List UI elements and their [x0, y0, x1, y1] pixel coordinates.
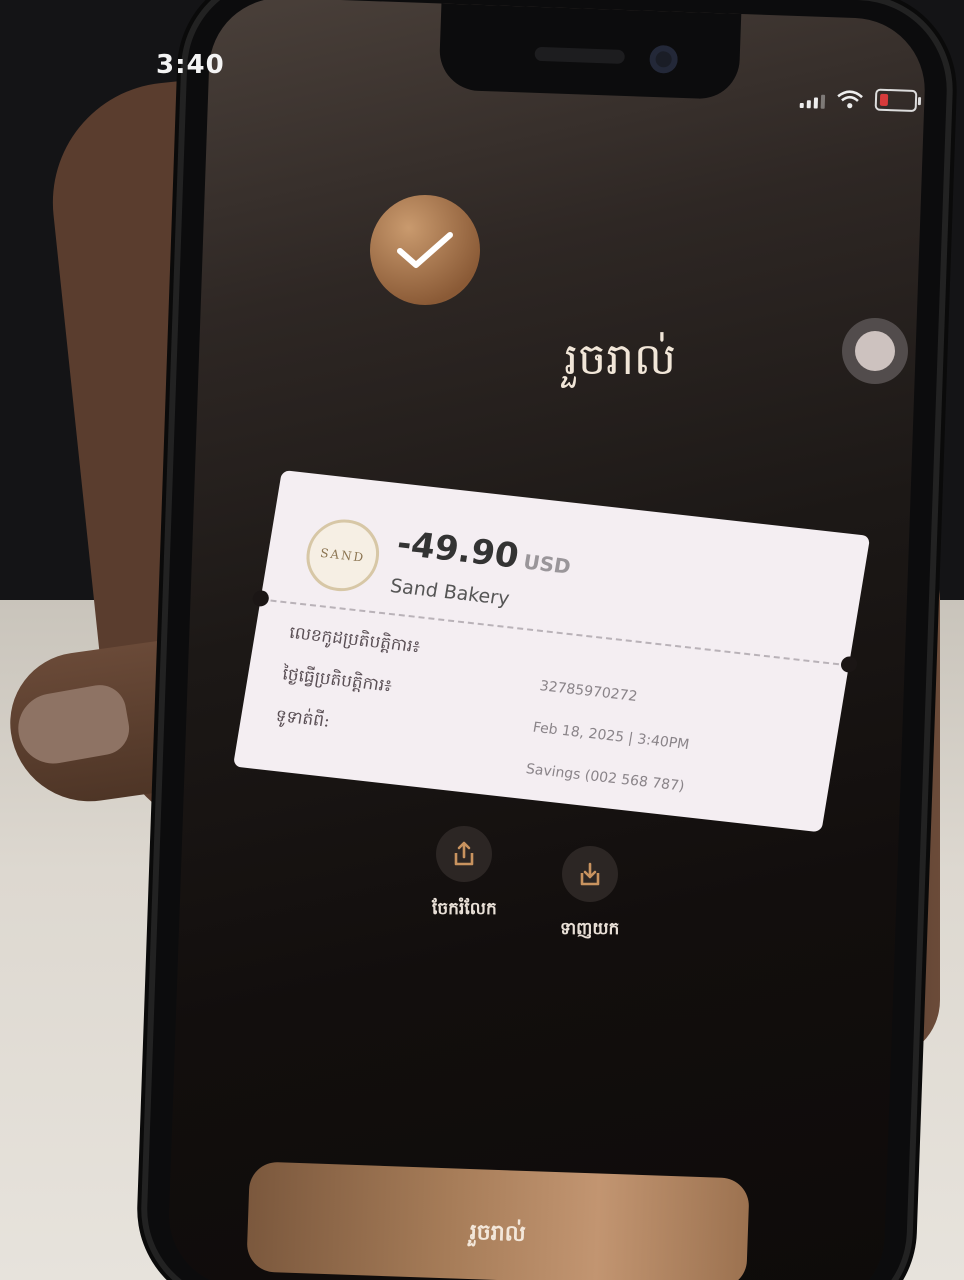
share-button[interactable]	[436, 826, 493, 882]
speaker	[534, 46, 625, 64]
download-label: ទាញយក	[560, 919, 620, 939]
signal-icon	[799, 94, 826, 109]
field-label-transaction-id: លេខកូដប្រតិបត្តិការ៖	[287, 622, 422, 658]
assistive-touch-button[interactable]	[842, 318, 908, 384]
download-button[interactable]	[561, 846, 618, 902]
field-label-paid-from: ទូទាត់ពី:	[274, 705, 332, 732]
share-icon	[455, 841, 474, 866]
share-label: ចែករំលែក	[432, 899, 497, 919]
merchant-logo-text: SAND	[319, 545, 367, 565]
field-value-paid-from: Savings (002 568 787)	[524, 761, 686, 795]
merchant-name: Sand Bakery	[388, 574, 512, 611]
field-value-transaction-id: 32785970272	[538, 678, 639, 705]
wifi-icon	[837, 90, 863, 109]
amount-currency: USD	[521, 549, 573, 579]
receipt-notch-left	[251, 589, 270, 608]
field-value-transaction-date: Feb 18, 2025 | 3:40PM	[531, 719, 691, 753]
photo-scene: 3:40 រួចរាល់ SAND -49.90USD Sand Bakery …	[0, 0, 964, 1280]
notch	[438, 3, 742, 100]
done-button[interactable]: រួចរាល់	[246, 1161, 750, 1280]
merchant-logo: SAND	[301, 515, 385, 595]
front-camera	[649, 44, 679, 74]
success-check-icon	[370, 195, 480, 305]
field-label-transaction-date: ថ្ងៃធ្វើប្រតិបត្តិការ៖	[280, 664, 394, 697]
battery-icon	[874, 88, 918, 113]
status-time: 3:40	[156, 50, 225, 80]
status-icons	[799, 86, 918, 113]
amount-value: -49.90	[394, 523, 522, 577]
done-button-label: រួចរាល់	[469, 1219, 527, 1247]
share-action[interactable]: ចែករំលែក	[432, 826, 497, 923]
download-icon	[580, 862, 599, 886]
success-title: រួចរាល់	[564, 334, 676, 385]
transaction-amount: -49.90USD	[394, 524, 574, 583]
download-action[interactable]: ទាញយក	[560, 846, 619, 943]
